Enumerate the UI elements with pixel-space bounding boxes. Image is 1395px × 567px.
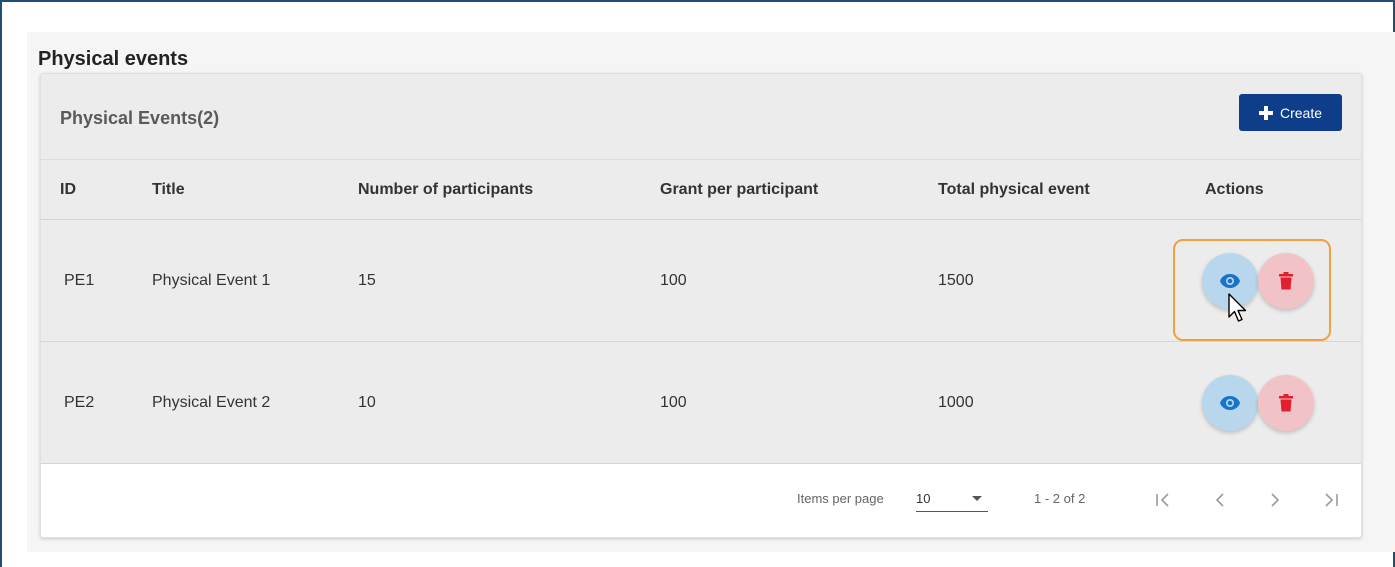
cell-title: Physical Event 2 — [152, 393, 271, 411]
cell-participants: 10 — [358, 393, 376, 411]
plus-icon — [1258, 105, 1273, 120]
trash-icon — [1279, 393, 1293, 411]
cell-grant: 100 — [660, 271, 687, 289]
header-total[interactable]: Total physical event — [938, 181, 1090, 199]
chevron-left-icon — [1215, 493, 1224, 507]
last-page-button[interactable] — [1316, 485, 1346, 515]
cell-participants: 15 — [358, 271, 376, 289]
delete-button[interactable] — [1258, 374, 1314, 431]
cell-total: 1500 — [938, 271, 974, 289]
previous-page-button[interactable] — [1205, 485, 1235, 515]
chevron-right-icon — [1271, 493, 1280, 507]
row-actions — [1202, 374, 1314, 431]
cell-title: Physical Event 1 — [152, 271, 271, 289]
view-button[interactable] — [1202, 374, 1258, 431]
caret-down-icon — [972, 496, 982, 501]
card-header: Physical Events(2) Create — [41, 74, 1361, 160]
events-table: ID Title Number of participants Grant pe… — [41, 160, 1361, 464]
eye-icon — [1220, 395, 1240, 410]
header-participants[interactable]: Number of participants — [358, 181, 533, 199]
row-actions — [1202, 252, 1314, 309]
table-row: PE2 Physical Event 2 10 100 1000 — [41, 342, 1361, 464]
cell-total: 1000 — [938, 393, 974, 411]
cell-grant: 100 — [660, 393, 687, 411]
card-title: Physical Events(2) — [60, 108, 220, 128]
first-page-button[interactable] — [1148, 485, 1178, 515]
eye-icon — [1220, 273, 1240, 288]
create-button-label: Create — [1279, 104, 1323, 121]
table-header-row: ID Title Number of participants Grant pe… — [41, 160, 1361, 220]
next-page-button[interactable] — [1260, 485, 1290, 515]
last-page-icon — [1325, 493, 1338, 507]
cell-id: PE2 — [64, 393, 95, 411]
items-per-page-value: 10 — [916, 491, 931, 506]
trash-icon — [1279, 271, 1293, 289]
page-title: Physical events — [38, 48, 189, 70]
header-grant[interactable]: Grant per participant — [660, 181, 818, 199]
paginator: Items per page 10 1 - 2 of 2 — [41, 464, 1361, 537]
items-per-page-label: Items per page — [797, 491, 884, 506]
items-per-page-select[interactable]: 10 — [916, 486, 988, 512]
table-row: PE1 Physical Event 1 15 100 1500 — [41, 220, 1361, 342]
view-button[interactable] — [1202, 252, 1258, 309]
physical-events-card: Physical Events(2) Create ID Title Numbe… — [40, 73, 1362, 538]
cell-id: PE1 — [64, 271, 95, 289]
header-title[interactable]: Title — [152, 181, 185, 199]
header-actions: Actions — [1205, 180, 1264, 198]
header-id[interactable]: ID — [60, 181, 76, 199]
first-page-icon — [1156, 493, 1169, 507]
create-button[interactable]: Create — [1239, 94, 1342, 131]
range-label: 1 - 2 of 2 — [1034, 491, 1086, 506]
delete-button[interactable] — [1258, 252, 1314, 309]
